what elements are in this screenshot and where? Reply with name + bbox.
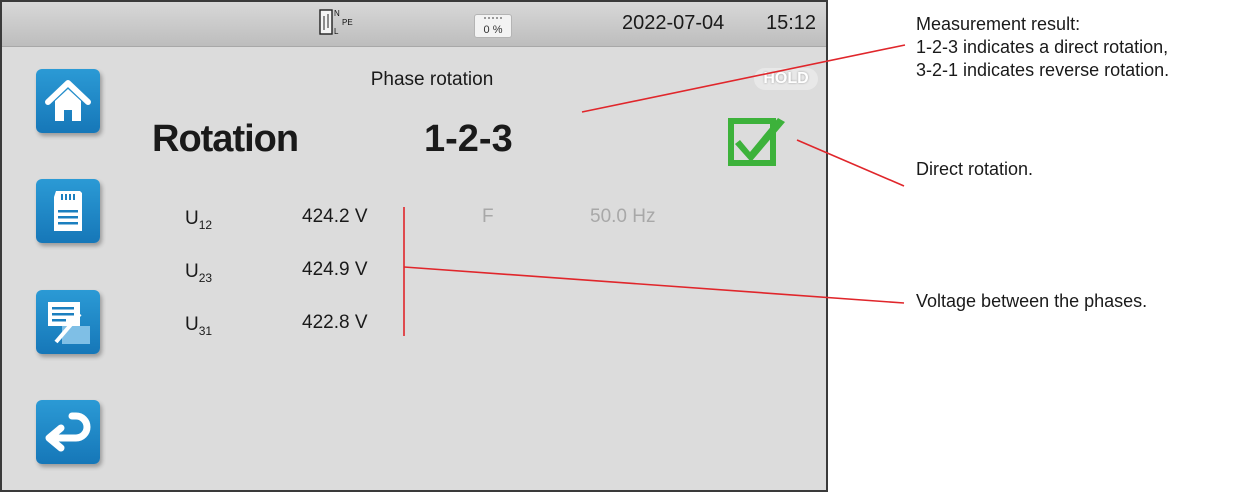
annotation-result: Measurement result: 1-2-3 indicates a di… [916, 13, 1169, 82]
annotation-result-line1: Measurement result: [916, 14, 1081, 34]
result-leader-line [581, 44, 906, 113]
annotation-result-line2: 1-2-3 indicates a direct rotation, [916, 37, 1169, 57]
annotation-result-line3: 3-2-1 indicates reverse rotation. [916, 60, 1170, 80]
voltage-leader-line [403, 266, 905, 304]
annotation-direct: Direct rotation. [916, 159, 1034, 179]
direct-leader-line [796, 139, 905, 187]
annotation-voltage: Voltage between the phases. [916, 291, 1148, 311]
